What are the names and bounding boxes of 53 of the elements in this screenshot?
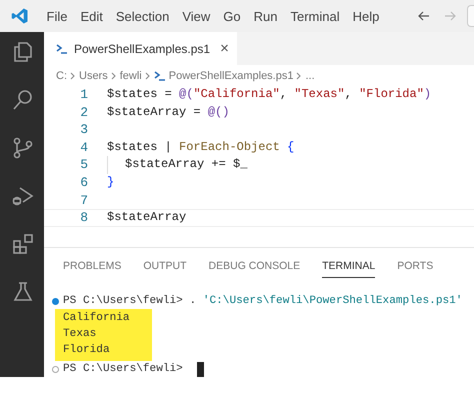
terminal-output: Florida xyxy=(63,343,111,358)
chevron-icon xyxy=(70,72,76,80)
line-number: 5 xyxy=(79,156,89,174)
terminal-output: Texas xyxy=(63,327,98,342)
chevron-icon xyxy=(296,72,302,80)
line-number: 7 xyxy=(79,192,89,210)
powershell-icon xyxy=(56,44,68,54)
powershell-icon xyxy=(154,70,166,80)
breadcrumb-item[interactable]: PowerShellExamples.ps1 xyxy=(168,70,294,82)
menu-item[interactable]: View xyxy=(176,6,217,26)
line-number: 6 xyxy=(79,174,89,192)
line-number: 2 xyxy=(79,104,89,122)
chevron-icon xyxy=(144,72,151,80)
panel-tab[interactable]: PROBLEMS xyxy=(63,260,122,278)
code-line: $stateArray = @() xyxy=(107,104,230,121)
back-arrow-icon[interactable] xyxy=(417,11,431,21)
breadcrumb-item[interactable]: fewli xyxy=(120,70,142,82)
code-line: $states = @("California", "Texas", "Florida") xyxy=(107,86,432,103)
line-number: 3 xyxy=(79,121,89,139)
code-line: $stateArray xyxy=(107,210,186,226)
panel-tab[interactable]: TERMINAL xyxy=(322,260,376,278)
menu-item[interactable]: Help xyxy=(346,6,386,26)
terminal-line: PS C:\Users\fewli> xyxy=(63,363,184,375)
editor-tab[interactable]: PowerShellExamples.ps1 × xyxy=(44,32,237,65)
close-icon[interactable]: × xyxy=(216,40,233,57)
code-line: $states | ForEach-Object { xyxy=(107,138,294,156)
panel-tab[interactable]: DEBUG CONSOLE xyxy=(208,260,300,278)
search-field[interactable] xyxy=(467,5,474,27)
menu-item[interactable]: Selection xyxy=(109,6,176,26)
menu-item[interactable]: Go xyxy=(216,6,248,26)
testing-icon[interactable] xyxy=(11,280,35,304)
breadcrumb-item[interactable]: Users xyxy=(79,70,108,82)
line-number: 4 xyxy=(79,138,89,156)
breadcrumb-item[interactable]: ... xyxy=(305,70,315,82)
source-control-icon[interactable] xyxy=(11,136,35,160)
menu-item[interactable]: Run xyxy=(247,6,284,26)
breadcrumb-item[interactable]: C: xyxy=(56,70,67,82)
search-icon[interactable] xyxy=(11,88,35,112)
vscode-logo-icon xyxy=(11,7,29,25)
extensions-icon[interactable] xyxy=(11,232,35,256)
terminal-output: California xyxy=(63,311,130,326)
menu-item[interactable]: Terminal xyxy=(284,6,346,26)
files-icon[interactable] xyxy=(11,40,35,64)
line-number: 1 xyxy=(79,86,89,104)
panel-tab[interactable]: OUTPUT xyxy=(143,260,187,278)
menu-item[interactable]: Edit xyxy=(74,6,110,26)
panel-tab[interactable]: PORTS xyxy=(397,260,434,278)
chevron-icon xyxy=(110,72,117,80)
menu-item[interactable]: File xyxy=(40,6,74,26)
code-line: } xyxy=(107,174,114,191)
line-number: 8 xyxy=(79,210,89,226)
code-line: $stateArray += $_ xyxy=(107,156,248,174)
terminal-line: PS C:\Users\fewli> . 'C:\Users\fewli\PowerShellExamples.ps1' xyxy=(63,295,462,307)
